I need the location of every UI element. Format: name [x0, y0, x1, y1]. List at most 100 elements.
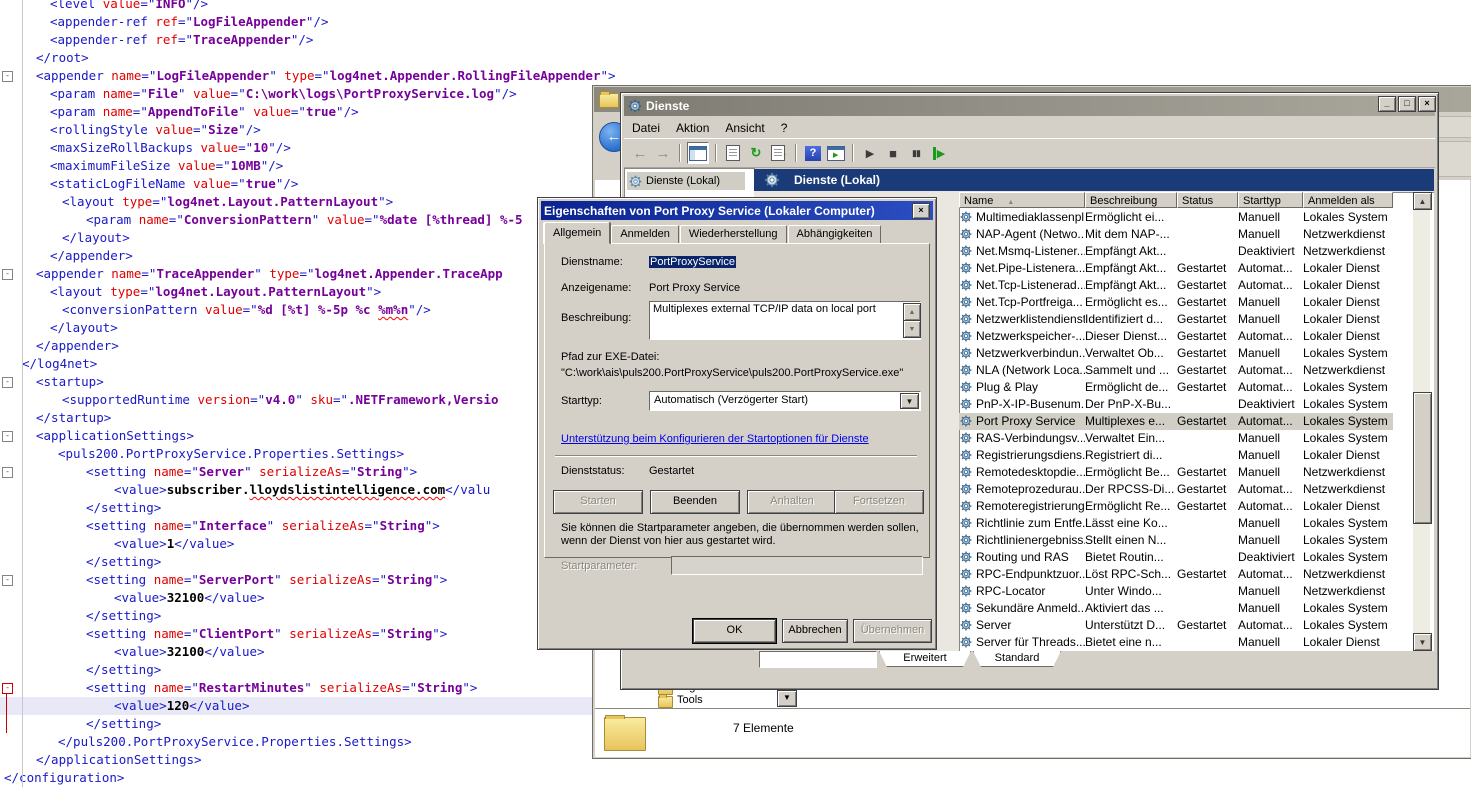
- table-row[interactable]: Plug & PlayErmöglicht de...GestartetAuto…: [959, 379, 1393, 396]
- console-tree-icon[interactable]: [687, 142, 709, 164]
- starttyp-dropdown[interactable]: Automatisch (Verzögerter Start) ▼: [649, 391, 921, 411]
- table-row[interactable]: Sekundäre Anmeld...Aktiviert das ...Manu…: [959, 600, 1393, 617]
- tab-standard[interactable]: Standard: [973, 651, 1061, 667]
- table-row[interactable]: NetzwerklistendienstIdentifiziert d...Ge…: [959, 311, 1393, 328]
- collapse-region-icon-active[interactable]: -: [2, 683, 13, 694]
- editor-outline-margin[interactable]: - - - - - - -: [0, 0, 26, 787]
- services-scrollbar[interactable]: ▲ ▼: [1413, 192, 1430, 651]
- table-row[interactable]: Server für Threads...Bietet eine n...Man…: [959, 634, 1393, 651]
- table-row[interactable]: PnP-X-IP-Busenum...Der PnP-X-Bu...Deakti…: [959, 396, 1393, 413]
- collapse-region-icon[interactable]: -: [2, 575, 13, 586]
- table-row[interactable]: Richtlinie zum Entfe...Lässt eine Ko...M…: [959, 515, 1393, 532]
- folder-label-tools[interactable]: Tools: [677, 694, 703, 706]
- pause-icon[interactable]: ▮▮: [906, 143, 926, 163]
- tab-abhängigkeiten[interactable]: Abhängigkeiten: [788, 225, 882, 244]
- column-header-name[interactable]: Name▲: [959, 192, 1085, 208]
- column-header-starttyp[interactable]: Starttyp: [1238, 192, 1303, 208]
- collapse-region-icon[interactable]: -: [2, 377, 13, 388]
- table-row[interactable]: Netzwerkspeicher-...Dieser Dienst...Gest…: [959, 328, 1393, 345]
- menu-item-[interactable]: ?: [773, 119, 796, 137]
- chevron-down-icon[interactable]: ▼: [900, 393, 919, 409]
- table-row[interactable]: Netzwerkverbindun...Verwaltet Ob...Gesta…: [959, 345, 1393, 362]
- tab-erweitert[interactable]: Erweitert: [879, 651, 971, 667]
- code-line[interactable]: </configuration>: [0, 769, 1471, 787]
- table-row[interactable]: RPC-LocatorUnter Windo...ManuellNetzwerk…: [959, 583, 1393, 600]
- dienstname-value[interactable]: PortProxyService: [649, 256, 736, 268]
- dialog-close-icon[interactable]: ×: [912, 203, 930, 219]
- table-row[interactable]: Net.Msmq-Listener...Empfängt Akt...Deakt…: [959, 243, 1393, 260]
- table-row[interactable]: Remoteprozedurau...Der RPCSS-Di...Gestar…: [959, 481, 1393, 498]
- table-row[interactable]: ServerUnterstützt D...GestartetAutomat..…: [959, 617, 1393, 634]
- stop-icon[interactable]: ■: [883, 143, 903, 163]
- maximize-button[interactable]: □: [1398, 96, 1416, 112]
- column-header-beschreibung[interactable]: Beschreibung: [1085, 192, 1177, 208]
- beschreibung-field[interactable]: Multiplexes external TCP/IP data on loca…: [649, 301, 921, 340]
- ok-button[interactable]: OK: [693, 619, 776, 643]
- collapse-region-icon[interactable]: -: [2, 431, 13, 442]
- desc-scroll-down-icon[interactable]: ▼: [903, 320, 921, 338]
- table-row[interactable]: Routing und RASBietet Routin...Deaktivie…: [959, 549, 1393, 566]
- menu-item-ansicht[interactable]: Ansicht: [717, 119, 772, 137]
- code-line[interactable]: </root>: [0, 49, 1471, 67]
- fortsetzen-button[interactable]: Fortsetzen: [834, 490, 924, 514]
- collapse-region-icon[interactable]: -: [2, 467, 13, 478]
- menu-item-datei[interactable]: Datei: [624, 119, 668, 137]
- tab-allgemein[interactable]: Allgemein: [544, 222, 610, 244]
- desc-scroll-up-icon[interactable]: ▲: [903, 303, 921, 321]
- tab-anmelden[interactable]: Anmelden: [611, 225, 679, 244]
- scroll-up-button[interactable]: ▲: [1413, 192, 1432, 210]
- table-row[interactable]: RPC-Endpunktzuor...Löst RPC-Sch...Gestar…: [959, 566, 1393, 583]
- collapse-region-icon[interactable]: -: [2, 71, 13, 82]
- table-row[interactable]: RemoteregistrierungErmöglicht Re...Gesta…: [959, 498, 1393, 515]
- table-row-selected[interactable]: Port Proxy ServiceMultiplexes e...Gestar…: [959, 413, 1393, 430]
- uebernehmen-button[interactable]: Übernehmen: [853, 619, 932, 643]
- tab-wiederherstellung[interactable]: Wiederherstellung: [680, 225, 787, 244]
- code-line[interactable]: <level value="INFO"/>: [0, 0, 1471, 13]
- anzeigename-value[interactable]: Port Proxy Service: [649, 282, 740, 294]
- close-button[interactable]: ×: [1418, 96, 1436, 112]
- code-line[interactable]: <appender-ref ref="TraceAppender"/>: [0, 31, 1471, 49]
- code-line[interactable]: <appender name="LogFileAppender" type="l…: [0, 67, 1471, 85]
- refresh-icon[interactable]: ↻: [746, 143, 766, 163]
- play-icon[interactable]: ▶: [860, 143, 880, 163]
- table-row[interactable]: Net.Tcp-Listenerad...Empfängt Akt...Gest…: [959, 277, 1393, 294]
- dropdown-button[interactable]: ▼: [777, 690, 797, 707]
- table-row[interactable]: Richtlinienergebniss...Stellt einen N...…: [959, 532, 1393, 549]
- menu-item-aktion[interactable]: Aktion: [668, 119, 717, 137]
- export-list-icon[interactable]: →: [769, 143, 789, 163]
- code-line[interactable]: <appender-ref ref="LogFileAppender"/>: [0, 13, 1471, 31]
- back-icon[interactable]: ←: [630, 143, 650, 163]
- properties-dialog[interactable]: Eigenschaften von Port Proxy Service (Lo…: [537, 197, 937, 650]
- column-header-anmelden-als[interactable]: Anmelden als: [1303, 192, 1393, 208]
- startparameter-input[interactable]: [671, 556, 923, 575]
- forward-icon[interactable]: →: [653, 143, 673, 163]
- column-header-status[interactable]: Status: [1177, 192, 1238, 208]
- scrollbar-thumb[interactable]: [1413, 392, 1432, 524]
- table-row[interactable]: Net.Tcp-Portfreiga...Ermöglicht es...Ges…: [959, 294, 1393, 311]
- minimize-button[interactable]: _: [1378, 96, 1396, 112]
- scroll-down-button[interactable]: ▼: [1413, 633, 1432, 651]
- services-table[interactable]: Name▲BeschreibungStatusStarttypAnmelden …: [959, 192, 1435, 651]
- dialog-titlebar[interactable]: Eigenschaften von Port Proxy Service (Lo…: [541, 201, 933, 220]
- tree-item-dienste-lokal[interactable]: Dienste (Lokal): [627, 172, 745, 190]
- table-row[interactable]: Net.Pipe-Listenera...Empfängt Akt...Gest…: [959, 260, 1393, 277]
- view-filter-box[interactable]: [759, 651, 877, 668]
- table-row[interactable]: NLA (Network Loca...Sammelt und ...Gesta…: [959, 362, 1393, 379]
- folder-icon-tools[interactable]: [658, 696, 673, 708]
- restart-icon[interactable]: ▶: [929, 143, 949, 163]
- table-row[interactable]: RAS-Verbindungsv...Verwaltet Ein...Manue…: [959, 430, 1393, 447]
- services-titlebar[interactable]: Dienste: [624, 96, 1435, 116]
- abbrechen-button[interactable]: Abbrechen: [782, 619, 848, 643]
- console-window-icon[interactable]: ▶: [826, 143, 846, 163]
- collapse-region-icon[interactable]: -: [2, 269, 13, 280]
- beenden-button[interactable]: Beenden: [650, 490, 740, 514]
- properties-icon[interactable]: [723, 143, 743, 163]
- table-row[interactable]: Remotedesktopdie...Ermöglicht Be...Gesta…: [959, 464, 1393, 481]
- starten-button[interactable]: Starten: [553, 490, 643, 514]
- startoptions-help-link[interactable]: Unterstützung beim Konfigurieren der Sta…: [561, 433, 869, 445]
- table-row[interactable]: Multimediaklassenpl...Ermöglicht ei...Ma…: [959, 209, 1393, 226]
- help-icon[interactable]: ?: [803, 143, 823, 163]
- table-row[interactable]: NAP-Agent (Netwo...Mit dem NAP-...Manuel…: [959, 226, 1393, 243]
- table-row[interactable]: Registrierungsdiens...Registriert di...M…: [959, 447, 1393, 464]
- anhalten-button[interactable]: Anhalten: [747, 490, 837, 514]
